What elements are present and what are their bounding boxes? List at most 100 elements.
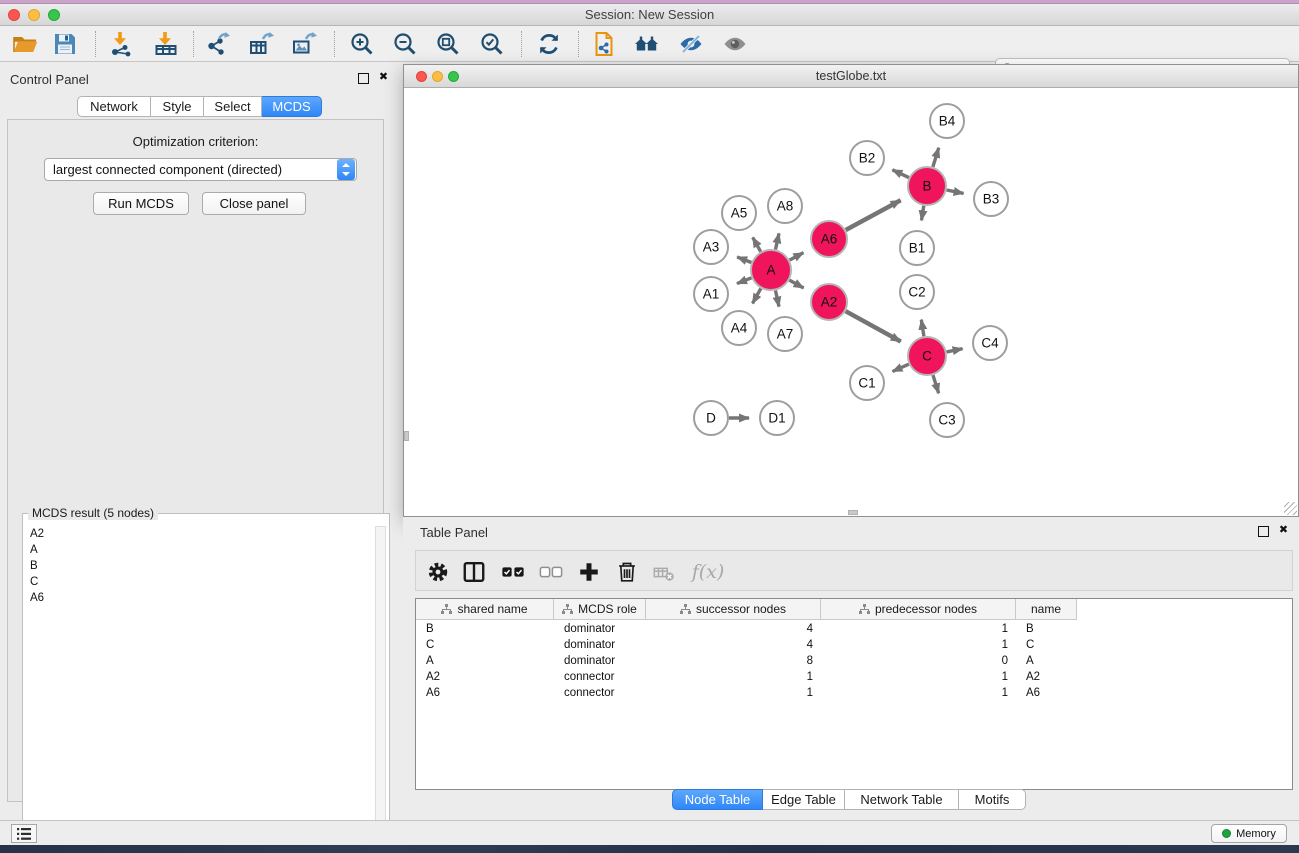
cell-name[interactable]: B xyxy=(1016,621,1077,637)
edge-C-C2[interactable] xyxy=(921,320,924,337)
table-row[interactable]: Adominator80A xyxy=(416,653,1292,669)
tab-select[interactable]: Select xyxy=(204,96,262,117)
node-C4[interactable]: C4 xyxy=(973,326,1007,360)
cell-shared-name[interactable]: A2 xyxy=(416,669,554,685)
node-table[interactable]: shared nameMCDS rolesuccessor nodesprede… xyxy=(415,598,1293,790)
tab-edge-table[interactable]: Edge Table xyxy=(763,789,845,810)
tab-style[interactable]: Style xyxy=(151,96,204,117)
node-A1[interactable]: A1 xyxy=(694,277,728,311)
cell-predecessor-nodes[interactable]: 0 xyxy=(821,653,1016,669)
network-canvas[interactable]: B4B2BB3A8A5A6A3B1AA1C2A2A4A7C4CC1DD1C3 xyxy=(404,88,1298,516)
close-panel-icon[interactable]: ✖ xyxy=(377,71,390,84)
cell-shared-name[interactable]: A xyxy=(416,653,554,669)
edge-A-A2[interactable] xyxy=(789,280,803,288)
node-A5[interactable]: A5 xyxy=(722,196,756,230)
cell-predecessor-nodes[interactable]: 1 xyxy=(821,685,1016,701)
table-row[interactable]: Bdominator41B xyxy=(416,621,1292,637)
cell-predecessor-nodes[interactable]: 1 xyxy=(821,669,1016,685)
cell-mcds-role[interactable]: connector xyxy=(554,685,646,701)
result-item[interactable]: A xyxy=(25,542,373,558)
cell-shared-name[interactable]: A6 xyxy=(416,685,554,701)
cell-mcds-role[interactable]: connector xyxy=(554,669,646,685)
node-A[interactable]: A xyxy=(751,250,791,290)
criterion-dropdown[interactable]: largest connected component (directed) xyxy=(44,158,357,181)
edge-A-A8[interactable] xyxy=(775,233,779,249)
node-B4[interactable]: B4 xyxy=(930,104,964,138)
memory-button[interactable]: Memory xyxy=(1211,824,1287,843)
edge-A6-B[interactable] xyxy=(846,200,901,230)
cell-predecessor-nodes[interactable]: 1 xyxy=(821,621,1016,637)
node-A2[interactable]: A2 xyxy=(811,284,847,320)
node-A3[interactable]: A3 xyxy=(694,230,728,264)
cell-name[interactable]: C xyxy=(1016,637,1077,653)
export-network-button[interactable] xyxy=(203,30,233,58)
node-A4[interactable]: A4 xyxy=(722,311,756,345)
float-panel-icon[interactable] xyxy=(358,73,371,86)
tab-mcds[interactable]: MCDS xyxy=(262,96,322,117)
save-session-button[interactable] xyxy=(50,30,80,58)
cell-mcds-role[interactable]: dominator xyxy=(554,621,646,637)
column-header-shared-name[interactable]: shared name xyxy=(416,599,554,619)
import-network-button[interactable] xyxy=(106,30,136,58)
deselect-all-button[interactable] xyxy=(537,558,565,585)
task-history-button[interactable] xyxy=(11,824,37,843)
cell-successor-nodes[interactable]: 1 xyxy=(646,669,821,685)
edge-A-A1[interactable] xyxy=(737,278,752,284)
result-item[interactable]: B xyxy=(25,558,373,574)
node-C1[interactable]: C1 xyxy=(850,366,884,400)
table-close-icon[interactable]: ✖ xyxy=(1277,524,1290,537)
export-table-button[interactable] xyxy=(246,30,276,58)
edge-B-B1[interactable] xyxy=(921,206,923,221)
node-B3[interactable]: B3 xyxy=(974,182,1008,216)
cell-predecessor-nodes[interactable]: 1 xyxy=(821,637,1016,653)
edge-B-B4[interactable] xyxy=(933,148,939,167)
function-builder-button[interactable]: f(x) xyxy=(688,558,728,585)
tab-network[interactable]: Network xyxy=(77,96,151,117)
node-D[interactable]: D xyxy=(694,401,728,435)
table-float-icon[interactable] xyxy=(1258,526,1271,539)
zoom-out-button[interactable] xyxy=(390,30,420,58)
node-B[interactable]: B xyxy=(908,167,946,205)
edge-A-A7[interactable] xyxy=(775,291,779,307)
column-header-predecessor-nodes[interactable]: predecessor nodes xyxy=(821,599,1016,619)
select-all-button[interactable] xyxy=(499,558,527,585)
tab-motifs[interactable]: Motifs xyxy=(959,789,1026,810)
run-mcds-button[interactable]: Run MCDS xyxy=(93,192,189,215)
node-B2[interactable]: B2 xyxy=(850,141,884,175)
open-session-button[interactable] xyxy=(10,30,40,58)
edge-A-A5[interactable] xyxy=(753,237,761,251)
columns-button[interactable] xyxy=(460,558,488,585)
table-row[interactable]: A6connector11A6 xyxy=(416,685,1292,701)
cell-successor-nodes[interactable]: 1 xyxy=(646,685,821,701)
edge-C-C1[interactable] xyxy=(893,364,909,371)
result-item[interactable]: A2 xyxy=(25,526,373,542)
edge-C-C3[interactable] xyxy=(933,375,939,393)
column-header-successor-nodes[interactable]: successor nodes xyxy=(646,599,821,619)
cell-successor-nodes[interactable]: 4 xyxy=(646,621,821,637)
show-all-button[interactable] xyxy=(720,30,750,58)
node-A6[interactable]: A6 xyxy=(811,221,847,257)
hide-selected-button[interactable] xyxy=(676,30,706,58)
result-scrollbar[interactable] xyxy=(375,526,386,852)
edge-A-A4[interactable] xyxy=(753,288,761,303)
open-in-cloud-button[interactable] xyxy=(589,30,619,58)
delete-table-button[interactable] xyxy=(650,558,678,585)
node-A8[interactable]: A8 xyxy=(768,189,802,223)
refresh-layout-button[interactable] xyxy=(534,30,564,58)
edge-A-A3[interactable] xyxy=(737,257,751,262)
node-D1[interactable]: D1 xyxy=(760,401,794,435)
cell-shared-name[interactable]: C xyxy=(416,637,554,653)
column-header-mcds-role[interactable]: MCDS role xyxy=(554,599,646,619)
vertical-scroll-thumb[interactable] xyxy=(404,431,409,441)
node-A7[interactable]: A7 xyxy=(768,317,802,351)
close-panel-button[interactable]: Close panel xyxy=(202,192,306,215)
node-C[interactable]: C xyxy=(908,337,946,375)
edge-A-A6[interactable] xyxy=(790,253,804,260)
table-row[interactable]: A2connector11A2 xyxy=(416,669,1292,685)
delete-button[interactable] xyxy=(613,558,641,585)
node-C2[interactable]: C2 xyxy=(900,275,934,309)
cell-shared-name[interactable]: B xyxy=(416,621,554,637)
cell-mcds-role[interactable]: dominator xyxy=(554,637,646,653)
gear-button[interactable] xyxy=(424,558,452,585)
node-C3[interactable]: C3 xyxy=(930,403,964,437)
